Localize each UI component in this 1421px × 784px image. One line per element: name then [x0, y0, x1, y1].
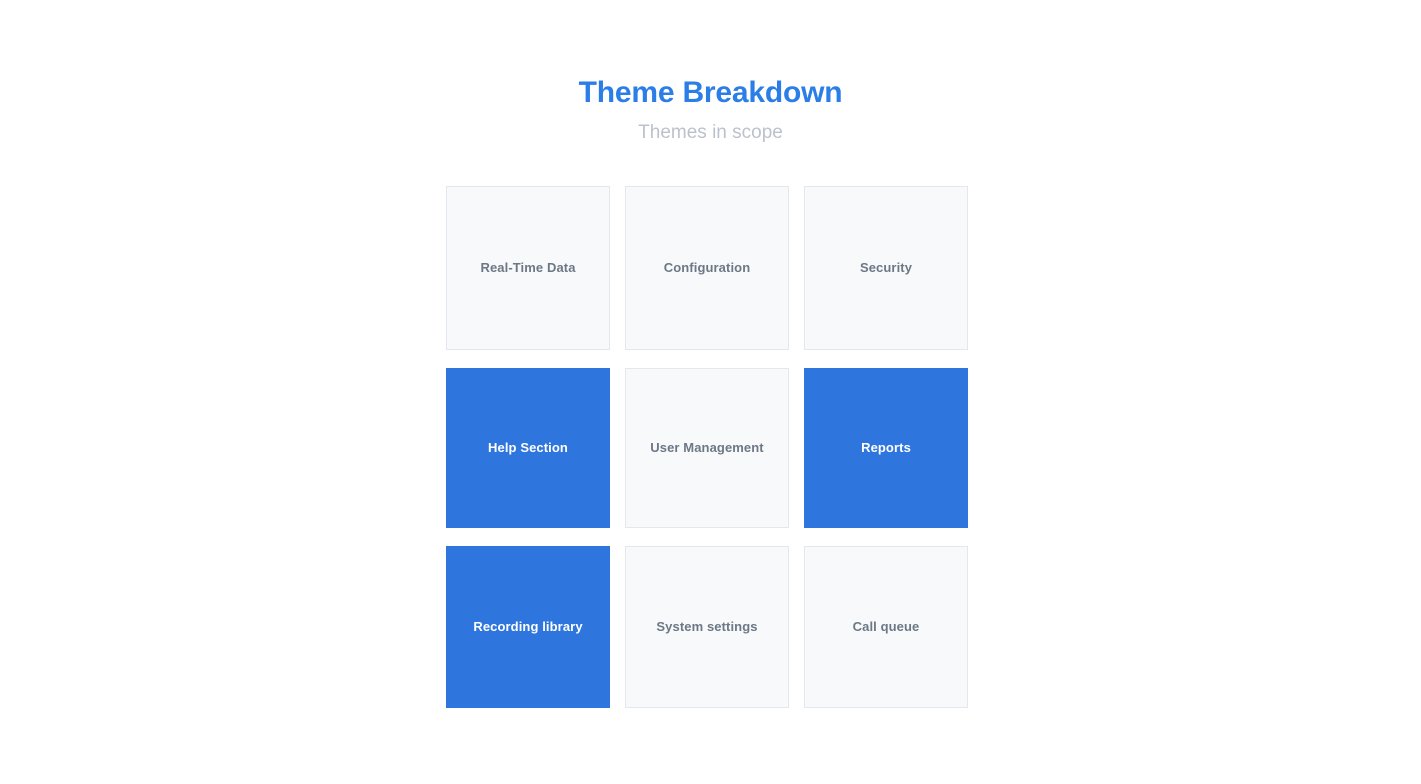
- theme-cell-label: Configuration: [663, 260, 751, 275]
- theme-breakdown-page: Theme Breakdown Themes in scope Real-Tim…: [0, 0, 1421, 784]
- page-subtitle: Themes in scope: [638, 122, 783, 143]
- theme-cell-label: Recording library: [473, 619, 583, 634]
- theme-cell-real-time-data[interactable]: Real-Time Data: [446, 186, 610, 350]
- page-title: Theme Breakdown: [578, 76, 843, 109]
- theme-grid: Real-Time Data Configuration Security He…: [446, 186, 969, 708]
- theme-cell-label: Help Section: [488, 440, 568, 455]
- theme-cell-call-queue[interactable]: Call queue: [804, 546, 968, 708]
- theme-cell-security[interactable]: Security: [804, 186, 968, 350]
- theme-cell-label: Reports: [861, 440, 911, 455]
- theme-cell-recording-library[interactable]: Recording library: [446, 546, 610, 708]
- theme-cell-help-section[interactable]: Help Section: [446, 368, 610, 528]
- theme-cell-label: System settings: [656, 619, 758, 634]
- theme-cell-label: Real-Time Data: [480, 260, 576, 275]
- theme-cell-label: User Management: [650, 440, 764, 455]
- theme-cell-reports[interactable]: Reports: [804, 368, 968, 528]
- theme-cell-label: Call queue: [852, 619, 920, 634]
- theme-cell-system-settings[interactable]: System settings: [625, 546, 789, 708]
- theme-cell-label: Security: [859, 260, 913, 275]
- theme-cell-user-management[interactable]: User Management: [625, 368, 789, 528]
- theme-cell-configuration[interactable]: Configuration: [625, 186, 789, 350]
